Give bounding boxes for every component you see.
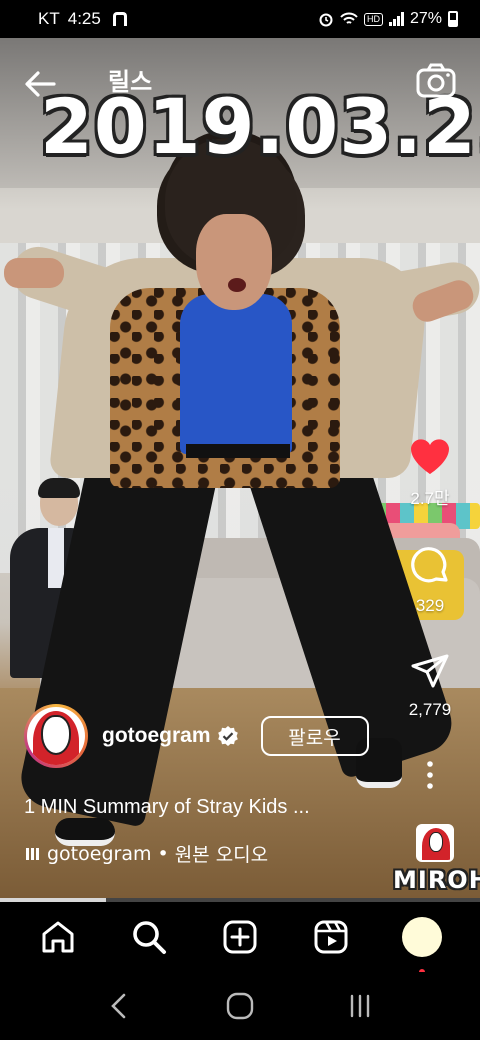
- wifi-icon: [340, 12, 358, 24]
- follow-button[interactable]: 팔로우: [260, 716, 369, 756]
- comment-icon[interactable]: [408, 544, 452, 588]
- back-button[interactable]: [20, 64, 60, 104]
- nav-create[interactable]: [216, 913, 264, 961]
- dancer-face: [196, 214, 272, 310]
- create-icon: [223, 920, 257, 954]
- status-right: HD 27%: [318, 10, 458, 28]
- notification-n-icon: [112, 12, 127, 26]
- hd-badge: HD: [363, 12, 383, 26]
- audio-thumbnail[interactable]: [416, 824, 454, 862]
- recents-icon[interactable]: [345, 991, 375, 1021]
- author-avatar[interactable]: [24, 704, 88, 768]
- post-author-row: gotoegram 팔로우: [24, 704, 384, 768]
- home-icon: [42, 921, 74, 953]
- audio-link[interactable]: gotoegram • 원본 오디오: [26, 840, 268, 867]
- search-icon: [132, 921, 166, 954]
- profile-avatar: [402, 917, 443, 957]
- nav-profile[interactable]: [398, 913, 446, 975]
- video-watermark: MIROH: [393, 866, 480, 894]
- camera-icon: [416, 63, 456, 98]
- home-circle-icon[interactable]: [225, 991, 255, 1021]
- bottom-navigation: [0, 902, 480, 975]
- share-count: 2,779: [408, 700, 452, 719]
- reels-icon: [314, 920, 348, 954]
- dancer-blue-shirt: [180, 294, 292, 454]
- video-date-overlay: 2019.03.25: [40, 82, 480, 171]
- signal-icon: [388, 12, 404, 26]
- send-icon[interactable]: [410, 652, 450, 692]
- system-navigation: [0, 972, 480, 1040]
- audio-bars-icon: [26, 847, 39, 860]
- like-action[interactable]: 2.7만: [380, 436, 480, 509]
- nav-search[interactable]: [125, 913, 173, 961]
- alarm-icon: [319, 13, 333, 27]
- author-username[interactable]: gotoegram: [102, 724, 211, 748]
- page-title: 릴스: [108, 69, 153, 96]
- author-avatar-image: [27, 707, 85, 765]
- comment-count: 329: [415, 596, 445, 615]
- audio-title: 원본 오디오: [174, 844, 269, 866]
- camera-button[interactable]: [414, 60, 458, 104]
- like-count: 2.7만: [410, 489, 450, 508]
- avatar-face: [41, 715, 71, 755]
- audio-username: gotoegram: [47, 842, 152, 865]
- verified-badge-icon: [217, 726, 238, 746]
- status-bar: KT 4:25 HD 27%: [0, 0, 480, 38]
- audio-separator: •: [157, 842, 169, 865]
- nav-reels[interactable]: [307, 913, 355, 961]
- nav-home[interactable]: [34, 913, 82, 961]
- dancer-mouth: [228, 278, 246, 292]
- dancer-hand-left: [4, 258, 64, 288]
- arrow-left-icon: [25, 71, 56, 97]
- carrier-label: KT: [38, 9, 60, 28]
- more-vertical-icon[interactable]: [425, 760, 435, 790]
- clock-time: 4:25: [67, 9, 101, 28]
- status-left: KT 4:25: [38, 9, 127, 29]
- share-action[interactable]: 2,779: [380, 652, 480, 720]
- battery-percent: 27%: [409, 10, 442, 27]
- back-icon[interactable]: [105, 991, 135, 1021]
- more-options-button[interactable]: [380, 760, 480, 790]
- heart-filled-icon[interactable]: [408, 436, 452, 476]
- post-caption[interactable]: 1 MIN Summary of Stray Kids ...: [24, 796, 310, 819]
- battery-icon: [448, 11, 458, 27]
- dancer-belt: [186, 444, 290, 458]
- comment-action[interactable]: 329: [380, 544, 480, 616]
